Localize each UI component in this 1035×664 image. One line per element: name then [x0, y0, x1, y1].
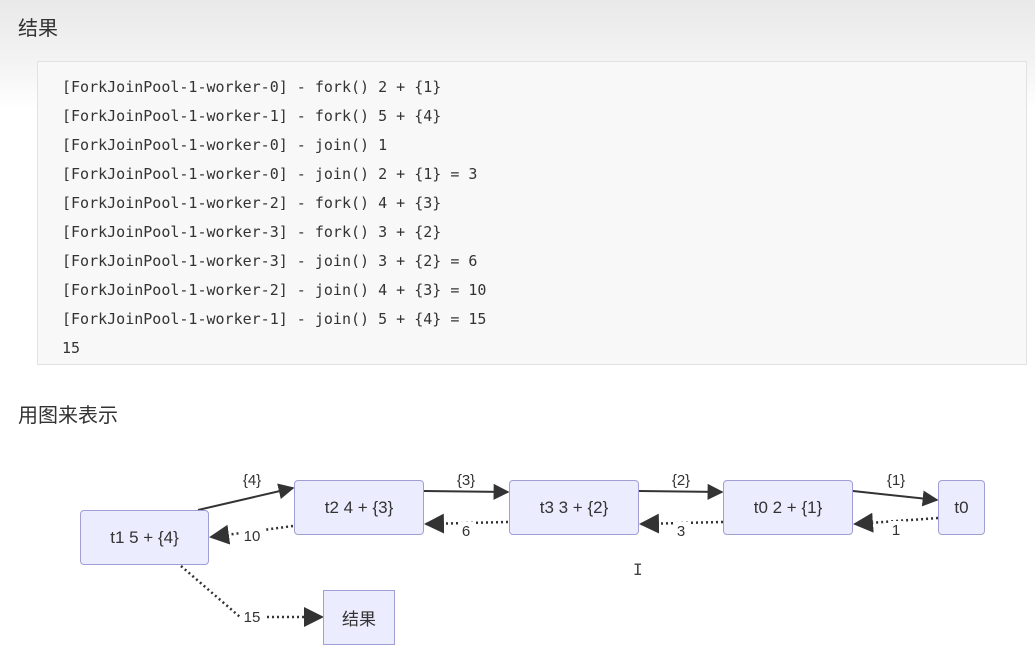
code-line: 15	[62, 339, 81, 357]
edge-t3-to-t0task	[638, 483, 724, 500]
node-t1: t1 5 + {4}	[80, 510, 209, 565]
edge-label-t1-to-t2: {4}	[238, 470, 266, 489]
svg-text:15: 15	[244, 609, 261, 626]
svg-text:6: 6	[462, 523, 470, 540]
code-line: [ForkJoinPool-1-worker-3] - join() 3 + {…	[62, 252, 478, 270]
svg-text:1: 1	[892, 522, 900, 539]
svg-text:{3}: {3}	[457, 472, 475, 489]
node-t0: t0	[938, 480, 985, 535]
node-t2: t2 4 + {3}	[294, 480, 424, 535]
code-line: [ForkJoinPool-1-worker-3] - fork() 3 + {…	[62, 223, 442, 241]
node-result: 结果	[323, 590, 395, 645]
svg-text:{1}: {1}	[887, 472, 905, 489]
code-line: [ForkJoinPool-1-worker-0] - join() 1	[62, 136, 388, 154]
diagram-heading: 用图来表示	[18, 403, 118, 427]
code-line: [ForkJoinPool-1-worker-2] - fork() 4 + {…	[62, 194, 442, 212]
result-heading: 结果	[18, 16, 58, 40]
svg-text:{4}: {4}	[243, 472, 261, 489]
svg-text:3: 3	[677, 523, 685, 540]
fork-join-diagram: {4} {3} {2} {1} 1 3 6 10 15 t1 5 + {4} t…	[0, 440, 1035, 664]
edge-label-t3-to-t0task: {2}	[667, 470, 695, 489]
edge-t0task-to-t0	[852, 490, 939, 507]
svg-text:{2}: {2}	[672, 472, 690, 489]
svg-text:10: 10	[244, 528, 261, 545]
node-t0-task: t0 2 + {1}	[723, 480, 853, 535]
code-line: [ForkJoinPool-1-worker-0] - fork() 2 + {…	[62, 78, 442, 96]
edge-t2-to-t3	[423, 483, 510, 500]
edge-label-t0-to-t0task: 1	[889, 521, 903, 539]
edge-label-t2-to-t1: 10	[240, 527, 264, 545]
edge-label-t1-to-result: 15	[240, 608, 264, 626]
edge-label-t0task-to-t0: {1}	[882, 470, 910, 489]
code-line: [ForkJoinPool-1-worker-1] - fork() 5 + {…	[62, 107, 442, 125]
code-line: [ForkJoinPool-1-worker-1] - join() 5 + {…	[62, 310, 487, 328]
code-output-block: [ForkJoinPool-1-worker-0] - fork() 2 + {…	[37, 61, 1027, 365]
edge-label-t0task-to-t3: 3	[674, 522, 688, 540]
code-output-lines: [ForkJoinPool-1-worker-0] - fork() 2 + {…	[62, 73, 486, 363]
edge-label-t3-to-t2: 6	[459, 522, 473, 540]
code-line: [ForkJoinPool-1-worker-0] - join() 2 + {…	[62, 165, 478, 183]
text-cursor-icon: I	[633, 560, 643, 579]
edge-t1-to-t2	[197, 483, 295, 511]
code-line: [ForkJoinPool-1-worker-2] - join() 4 + {…	[62, 281, 487, 299]
node-t3: t3 3 + {2}	[509, 480, 639, 535]
edge-label-t2-to-t3: {3}	[452, 470, 480, 489]
